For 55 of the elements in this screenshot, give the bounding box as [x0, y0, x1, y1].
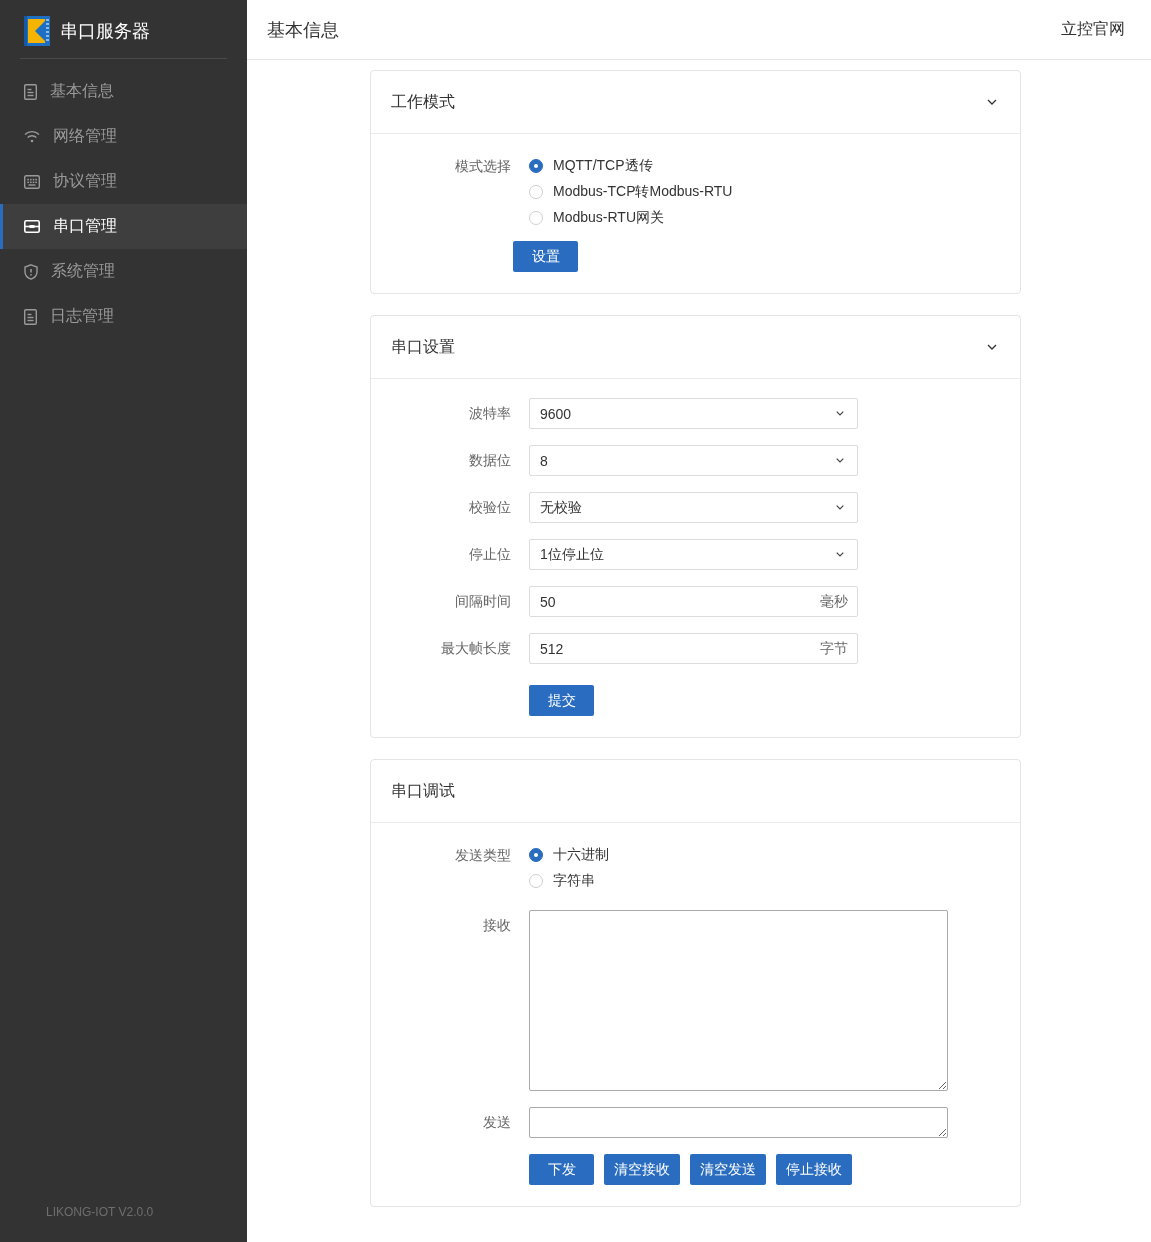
sidebar-item[interactable]: 日志管理	[0, 294, 247, 339]
chevron-down-icon[interactable]	[987, 344, 997, 350]
select-field[interactable]: 无校验	[529, 492, 858, 523]
action-button[interactable]: 提交	[529, 685, 594, 716]
page-title: 基本信息	[267, 18, 339, 42]
field-label: 模式选择	[454, 157, 511, 176]
sidebar-item[interactable]: 网络管理	[0, 114, 247, 159]
section-title: 工作模式	[391, 91, 455, 112]
unit-label: 毫秒	[820, 592, 848, 611]
logo-icon	[24, 16, 50, 46]
sidebar-item[interactable]: 基本信息	[0, 69, 247, 114]
action-button[interactable]: 停止接收	[776, 1154, 852, 1185]
field-label: 波特率	[468, 404, 511, 423]
chevron-down-icon	[836, 552, 844, 557]
wifi-icon	[24, 130, 40, 143]
select-field[interactable]: 9600	[529, 398, 858, 429]
input-field[interactable]: 50 毫秒	[529, 586, 858, 617]
select-field[interactable]: 8	[529, 445, 858, 476]
field-label: 停止位	[468, 545, 511, 564]
sidebar-item[interactable]: 协议管理	[0, 159, 247, 204]
version-text: LIKONG-IOT V2.0.0	[45, 1205, 155, 1221]
field-label: 发送	[482, 1113, 511, 1132]
field-label: 发送类型	[454, 846, 511, 865]
chevron-down-icon	[836, 458, 844, 463]
field-label: 数据位	[468, 451, 511, 470]
action-button[interactable]: 设置	[513, 241, 578, 272]
chevron-down-icon[interactable]	[987, 99, 997, 105]
sidebar-item[interactable]: 系统管理	[0, 249, 247, 294]
brand-title: 串口服务器	[60, 20, 150, 43]
radio-option[interactable]: Modbus-TCP转Modbus-RTU	[529, 179, 733, 205]
unit-label: 字节	[820, 639, 848, 658]
document-icon	[24, 83, 37, 100]
field-label: 接收	[482, 916, 511, 935]
input-field[interactable]: 512 字节	[529, 633, 858, 664]
action-button[interactable]: 清空接收	[604, 1154, 680, 1185]
chevron-down-icon	[836, 411, 844, 416]
card-icon	[24, 220, 40, 233]
chevron-down-icon	[836, 505, 844, 510]
radio-option[interactable]: 十六进制	[529, 842, 609, 868]
field-label: 间隔时间	[454, 592, 511, 611]
document-icon	[24, 308, 37, 325]
sidebar-item[interactable]: 串口管理	[0, 204, 247, 249]
radio-option[interactable]: 字符串	[529, 868, 609, 894]
radio-option[interactable]: Modbus-RTU网关	[529, 205, 733, 231]
field-label: 校验位	[468, 498, 511, 517]
shield-icon	[24, 263, 38, 280]
section-title: 串口调试	[391, 780, 455, 801]
keyboard-icon	[24, 174, 40, 189]
website-link[interactable]: 立控官网	[1061, 19, 1125, 40]
select-field[interactable]: 1位停止位	[529, 539, 858, 570]
radio-option[interactable]: MQTT/TCP透传	[529, 153, 733, 179]
action-button[interactable]: 清空发送	[690, 1154, 766, 1185]
field-label: 最大帧长度	[440, 639, 511, 658]
section-title: 串口设置	[391, 336, 455, 357]
action-button[interactable]: 下发	[529, 1154, 594, 1185]
